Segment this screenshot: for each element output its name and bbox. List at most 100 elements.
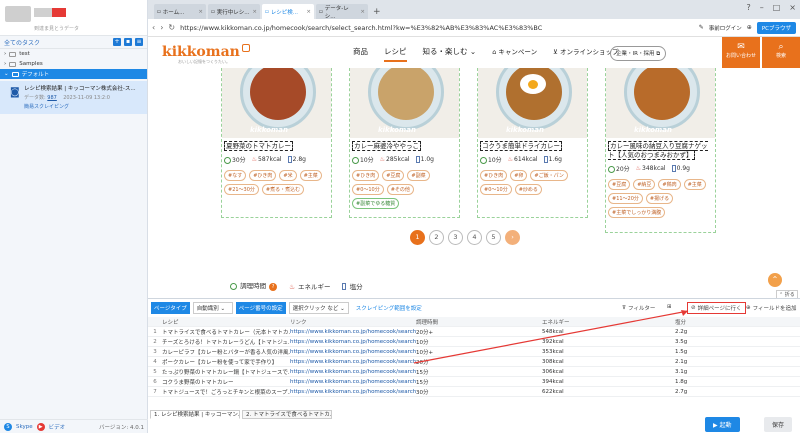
tag[interactable]: #ひき肉	[480, 170, 508, 181]
contact-button[interactable]: ✉ お問い合わせ	[722, 37, 760, 68]
close-icon[interactable]: ×	[252, 9, 257, 15]
page-button[interactable]: 3	[448, 230, 463, 245]
data-tab[interactable]: 2. トマトライスで食べるトマトカ...	[242, 410, 332, 419]
close-icon[interactable]: ×	[198, 9, 203, 15]
nav-campaign[interactable]: ⌂ キャンペーン	[492, 46, 537, 62]
tag[interactable]: #21〜30分	[224, 184, 259, 195]
tree-item-test[interactable]: › test	[0, 49, 147, 59]
minimize-icon[interactable]: –	[760, 3, 764, 12]
tag[interactable]: #副菜	[407, 170, 430, 181]
col-header[interactable]: エネルギー	[542, 318, 675, 326]
back-icon[interactable]: ‹	[152, 23, 155, 32]
detail-page-button[interactable]: ⊘ 詳細ページに行く	[687, 302, 746, 314]
all-tasks-label[interactable]: 全てのタスク	[4, 38, 40, 47]
page-type-select[interactable]: 自動識別 ⌄	[192, 302, 233, 314]
page-button[interactable]: 1	[410, 230, 425, 245]
scrape-range-link[interactable]: スクレイピング範囲を設定	[356, 304, 422, 312]
tag[interactable]: #ひき肉	[249, 170, 277, 181]
close-icon[interactable]: ×	[360, 9, 365, 15]
col-header[interactable]: 調理時間	[416, 318, 542, 326]
browser-tab-data[interactable]: ▫ データ-レシ... ×	[316, 4, 368, 20]
filter-button[interactable]: ⊽ フィルター	[622, 304, 655, 312]
table-icon[interactable]: ⊞	[667, 304, 672, 310]
add-field-button[interactable]: ⊕ フィールドを追加	[746, 304, 797, 312]
table-row[interactable]: 3 カレーピラフ【カレー粉とバターが香る人気の洋風... https://www.k…	[148, 347, 800, 357]
menu-icon[interactable]: ≡	[135, 38, 143, 46]
table-row[interactable]: 5 たっぷり野菜のトマトカレー鍋【トマトジュースで... https://www.k…	[148, 367, 800, 377]
maximize-icon[interactable]: □	[773, 3, 781, 12]
close-icon[interactable]: ×	[306, 9, 311, 15]
tag[interactable]: #豆腐	[608, 179, 631, 190]
page-number-select[interactable]: 選択クリック など ⌄	[288, 302, 349, 314]
help-icon[interactable]: ?	[746, 3, 750, 12]
help-icon[interactable]: ?	[269, 283, 278, 291]
tag[interactable]: #主菜でしっかり満腹	[608, 207, 666, 218]
tag[interactable]: #0〜10分	[480, 184, 512, 195]
tag[interactable]: #揚げる	[645, 193, 674, 204]
tag[interactable]: #その他	[386, 184, 414, 195]
video-icon[interactable]: ▶	[36, 422, 45, 431]
skype-icon[interactable]: S	[4, 422, 12, 431]
tree-item-default[interactable]: ⌄ デフォルト	[0, 69, 147, 79]
task-count[interactable]: 987	[47, 95, 57, 101]
nav-products[interactable]: 商品	[353, 46, 368, 62]
recipe-title[interactable]: コクうま簡単ドライカレー	[478, 138, 587, 151]
nav-recipes[interactable]: レシピ	[384, 46, 407, 62]
forward-icon[interactable]: ›	[160, 23, 163, 32]
cookie-icon[interactable]: ⊕	[747, 24, 752, 31]
add-task-icon[interactable]: +	[113, 38, 121, 46]
close-window-icon[interactable]: ×	[789, 3, 796, 12]
tag[interactable]: #11〜20分	[608, 193, 643, 204]
tag[interactable]: #卵	[510, 170, 528, 181]
site-logo[interactable]: kikkoman	[162, 44, 240, 60]
tag[interactable]: #副菜でゆる糖質	[352, 198, 400, 209]
tag[interactable]: #納豆	[633, 179, 656, 190]
next-page-icon[interactable]: ›	[505, 230, 520, 245]
tag[interactable]: #なす	[224, 170, 247, 181]
tree-item-samples[interactable]: › Samples	[0, 59, 147, 69]
recipe-title[interactable]: 夏野菜のトマトカレー	[222, 138, 331, 151]
table-row[interactable]: 6 コクうま野菜のトマトカレー https://www.kikkoman.co.jp…	[148, 377, 800, 387]
tag[interactable]: #ひき肉	[352, 170, 380, 181]
fold-button[interactable]: ⌃ 折る	[776, 290, 798, 298]
table-row[interactable]: 7 トマトジュースで！ごろっとチキンと根菜のスープ... https://www.k…	[148, 387, 800, 397]
nav-learn[interactable]: 知る・楽しむ ⌄	[423, 46, 477, 62]
search-button[interactable]: ⌕ 検索	[762, 37, 800, 68]
url-field[interactable]: https://www.kikkoman.co.jp/homecook/sear…	[180, 24, 694, 32]
recipe-card[interactable]: kikkoman カレー麻婆冷ややっこ 10分 ♨285kcal 1.0g #ひき肉…	[349, 68, 460, 218]
table-row[interactable]: 4 ポークカレー【カレー粉を使って家で手作り】 https://www.kikkom…	[148, 357, 800, 367]
browser-tab-recipe-search[interactable]: ▫ レシピ検... ×	[262, 4, 314, 19]
nav-shop[interactable]: ⊻ オンラインショップ	[553, 46, 618, 62]
pc-browser-button[interactable]: PCブラウザ	[756, 21, 796, 34]
tag[interactable]: #豆腐	[382, 170, 405, 181]
task-item[interactable]: ◙ レシピ検索結果 | キッコーマン株式会社-ス... データ数: 987 20…	[0, 81, 147, 114]
save-button[interactable]: 保存	[764, 417, 793, 432]
recipe-title[interactable]: カレー風味の納豆入り豆腐ナゲット【人気のおつまみおかず】	[606, 138, 715, 160]
page-button[interactable]: 2	[429, 230, 444, 245]
recipe-card[interactable]: kikkoman 夏野菜のトマトカレー 30分 ♨587kcal 2.8g #なす #…	[221, 68, 332, 218]
video-link[interactable]: ビデオ	[49, 423, 66, 431]
reload-icon[interactable]: ↻	[168, 23, 175, 32]
table-row[interactable]: 1 トマトライスで食べるトマトカレー（元本トマトカ... https://www.k…	[148, 327, 800, 337]
tag[interactable]: #主菜	[299, 170, 322, 181]
col-header[interactable]: リンク	[290, 318, 416, 326]
panel-divider[interactable]	[148, 298, 800, 299]
edit-icon[interactable]: ✎	[699, 24, 704, 31]
run-button[interactable]: ▶ 起動	[705, 417, 740, 432]
browser-tab-home[interactable]: ▫ ホーム... ×	[154, 4, 206, 19]
new-tab-button[interactable]: +	[373, 7, 381, 17]
tag[interactable]: #主菜	[683, 179, 706, 190]
page-button[interactable]: 5	[486, 230, 501, 245]
col-header[interactable]: 塩分	[675, 318, 775, 326]
add-folder-icon[interactable]: ▪	[124, 38, 132, 46]
col-header[interactable]: レシピ	[162, 318, 290, 326]
pre-login-button[interactable]: 事前ログイン	[709, 24, 742, 32]
tag[interactable]: #煮る・煮込む	[261, 184, 305, 195]
tag[interactable]: #ご飯・パン	[530, 170, 568, 181]
tag[interactable]: #0〜10分	[352, 184, 384, 195]
page-button[interactable]: 4	[467, 230, 482, 245]
scroll-top-button[interactable]: ⌃	[768, 273, 782, 287]
data-tab[interactable]: 1. レシピ検索結果 | キッコーマン...	[150, 410, 240, 419]
tag[interactable]: #炒める	[514, 184, 542, 195]
recipe-title[interactable]: カレー麻婆冷ややっこ	[350, 138, 459, 151]
